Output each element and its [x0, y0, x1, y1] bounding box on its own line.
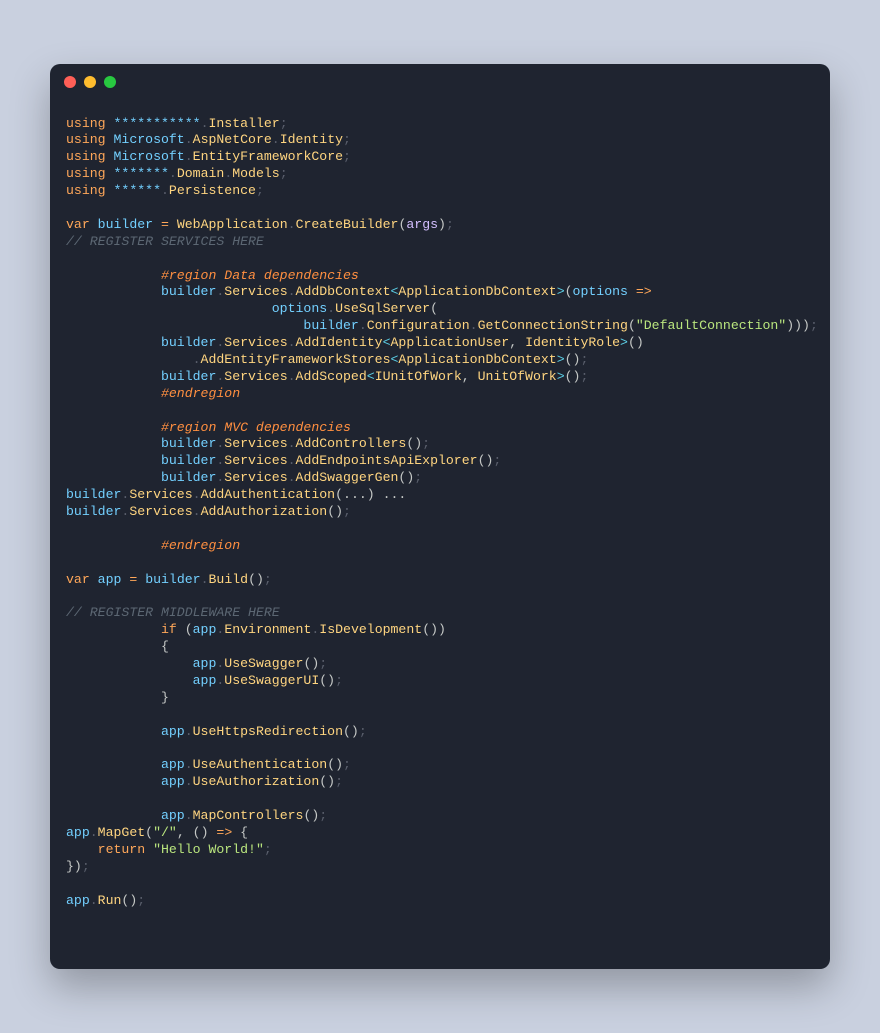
region: #region Data dependencies [161, 268, 359, 283]
keyword-using: using [66, 149, 106, 164]
keyword-using: using [66, 116, 106, 131]
namespace: Installer [208, 116, 279, 131]
namespace: *********** [114, 116, 201, 131]
namespace: ******* [114, 166, 169, 181]
keyword-using: using [66, 183, 106, 198]
endregion: #endregion [161, 386, 240, 401]
namespace: Models [232, 166, 279, 181]
identifier: args [406, 217, 438, 232]
close-icon[interactable] [64, 76, 76, 88]
keyword-using: using [66, 166, 106, 181]
namespace: ****** [114, 183, 161, 198]
region: #region MVC dependencies [161, 420, 351, 435]
namespace: AspNetCore [193, 132, 272, 147]
code-window: using ***********.Installer; using Micro… [50, 64, 830, 970]
minimize-icon[interactable] [84, 76, 96, 88]
comment: // REGISTER MIDDLEWARE HERE [66, 605, 280, 620]
window-titlebar [50, 64, 830, 100]
endregion: #endregion [161, 538, 240, 553]
identifier: builder [98, 217, 153, 232]
keyword-var: var [66, 217, 90, 232]
namespace: Persistence [169, 183, 256, 198]
comment: // REGISTER SERVICES HERE [66, 234, 264, 249]
namespace: Identity [280, 132, 343, 147]
type: WebApplication [177, 217, 288, 232]
namespace: Microsoft [114, 132, 185, 147]
zoom-icon[interactable] [104, 76, 116, 88]
keyword-using: using [66, 132, 106, 147]
namespace: EntityFrameworkCore [193, 149, 343, 164]
namespace: Domain [177, 166, 224, 181]
code-block: using ***********.Installer; using Micro… [50, 100, 830, 970]
method: CreateBuilder [296, 217, 399, 232]
namespace: Microsoft [114, 149, 185, 164]
